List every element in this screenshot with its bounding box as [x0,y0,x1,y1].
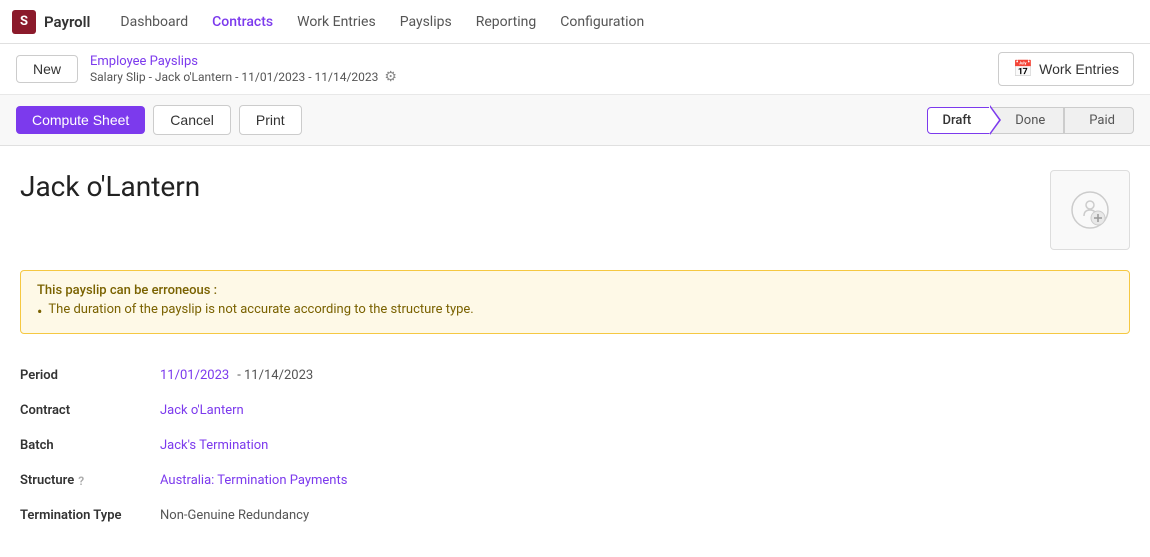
nav-payslips[interactable]: Payslips [390,10,462,34]
compute-sheet-button[interactable]: Compute Sheet [16,106,145,134]
app-name: Payroll [44,13,90,31]
breadcrumb-area: Employee Payslips Salary Slip - Jack o'L… [90,54,986,85]
warning-box: This payslip can be erroneous : • The du… [20,270,1130,334]
work-entries-button[interactable]: 📅 Work Entries [998,52,1134,86]
action-bar: New Employee Payslips Salary Slip - Jack… [0,44,1150,95]
avatar [1050,170,1130,250]
termination-type-text: Non-Genuine Redundancy [160,508,309,523]
calendar-icon: 📅 [1013,59,1033,79]
breadcrumb-sub: Salary Slip - Jack o'Lantern - 11/01/202… [90,69,986,85]
gear-icon[interactable]: ⚙ [384,69,397,85]
period-value: 11/01/2023 - 11/14/2023 [160,358,620,393]
status-paid[interactable]: Paid [1064,107,1134,134]
period-separator: - 11/14/2023 [237,368,313,383]
nav-items: Dashboard Contracts Work Entries Payslip… [110,10,654,34]
new-button[interactable]: New [16,55,78,83]
period-label: Period [20,358,160,393]
status-draft[interactable]: Draft [927,107,990,134]
breadcrumb-sub-text: Salary Slip - Jack o'Lantern - 11/01/202… [90,70,378,84]
structure-value: Australia: Termination Payments [160,463,620,498]
termination-type-label: Termination Type [20,498,160,533]
top-nav: S Payroll Dashboard Contracts Work Entri… [0,0,1150,44]
app-logo: S [12,10,36,34]
nav-configuration[interactable]: Configuration [550,10,654,34]
batch-link[interactable]: Jack's Termination [160,438,268,453]
batch-value: Jack's Termination [160,428,620,463]
employee-name: Jack o'Lantern [20,170,200,203]
form-fields: Period 11/01/2023 - 11/14/2023 Contract … [20,358,620,533]
warning-title: This payslip can be erroneous : [37,283,1113,298]
breadcrumb-link[interactable]: Employee Payslips [90,54,986,69]
print-button[interactable]: Print [239,105,302,135]
work-entries-label: Work Entries [1039,61,1119,77]
termination-type-value: Non-Genuine Redundancy [160,498,620,533]
toolbar: Compute Sheet Cancel Print Draft Done Pa… [0,95,1150,146]
structure-label: Structure ? [20,463,160,498]
batch-label: Batch [20,428,160,463]
status-done[interactable]: Done [990,107,1064,134]
employee-name-row: Jack o'Lantern [20,170,1130,250]
nav-contracts[interactable]: Contracts [202,10,283,34]
contract-value: Jack o'Lantern [160,393,620,428]
warning-dot: • [37,302,42,321]
cancel-button[interactable]: Cancel [153,105,231,135]
warning-item: • The duration of the payslip is not acc… [37,302,1113,321]
nav-reporting[interactable]: Reporting [466,10,547,34]
main-content: Jack o'Lantern This payslip can be erron… [0,146,1150,557]
period-start[interactable]: 11/01/2023 [160,368,229,383]
nav-dashboard[interactable]: Dashboard [110,10,198,34]
contract-label: Contract [20,393,160,428]
warning-text: The duration of the payslip is not accur… [48,302,473,317]
structure-link[interactable]: Australia: Termination Payments [160,473,347,488]
nav-work-entries[interactable]: Work Entries [287,10,386,34]
status-steps: Draft Done Paid [927,107,1134,134]
contract-link[interactable]: Jack o'Lantern [160,403,244,418]
structure-help-icon[interactable]: ? [78,474,84,488]
